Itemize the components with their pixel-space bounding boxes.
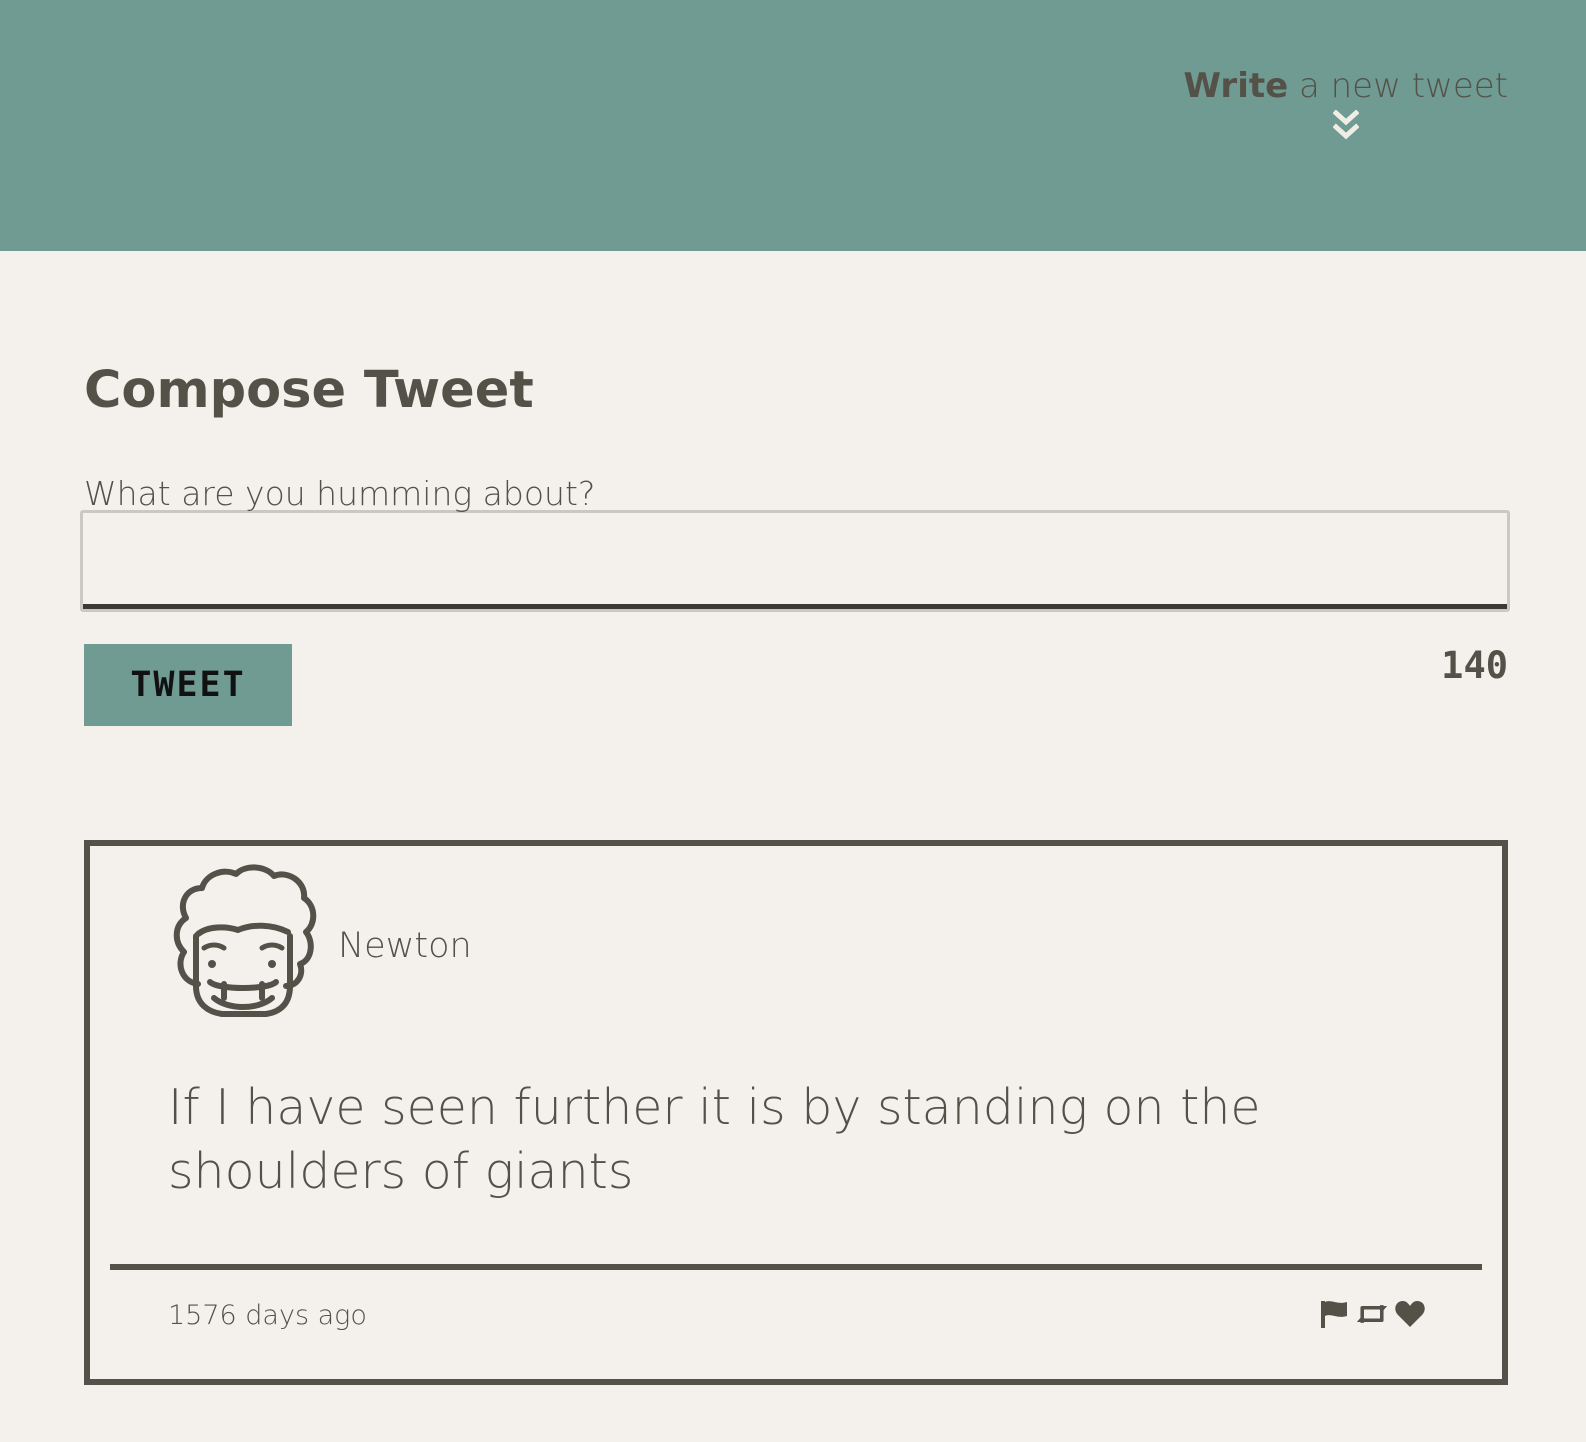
write-rest-text: a new tweet	[1288, 66, 1508, 106]
heart-icon[interactable]	[1394, 1298, 1426, 1330]
tweet-button[interactable]: TWEET	[84, 644, 292, 726]
tweet-username: Newton	[338, 926, 472, 966]
character-counter: 140	[1441, 644, 1508, 687]
tweet-text: If I have seen further it is by standing…	[168, 1079, 1261, 1200]
curly-hair-face-avatar-icon	[173, 864, 317, 1017]
tweet-divider	[110, 1264, 1482, 1270]
write-new-tweet-toggle[interactable]: Write a new tweet	[1184, 66, 1508, 142]
tweet-actions	[1318, 1298, 1426, 1330]
tweet-card: Newton If I have seen further it is by s…	[84, 840, 1508, 1385]
write-new-tweet-label: Write a new tweet	[1184, 66, 1508, 106]
top-navigation-bar: Write a new tweet	[0, 0, 1586, 251]
flag-icon[interactable]	[1318, 1298, 1350, 1330]
compose-label: What are you humming about?	[84, 474, 596, 513]
retweet-icon[interactable]	[1356, 1298, 1388, 1330]
write-bold-text: Write	[1183, 66, 1289, 106]
double-chevron-down-icon[interactable]	[1332, 110, 1359, 142]
tweet-timestamp: 1576 days ago	[168, 1300, 367, 1331]
tweet-text-input[interactable]	[80, 510, 1510, 612]
compose-tweet-section: Compose Tweet What are you humming about…	[80, 350, 1510, 726]
compose-title: Compose Tweet	[84, 361, 534, 420]
